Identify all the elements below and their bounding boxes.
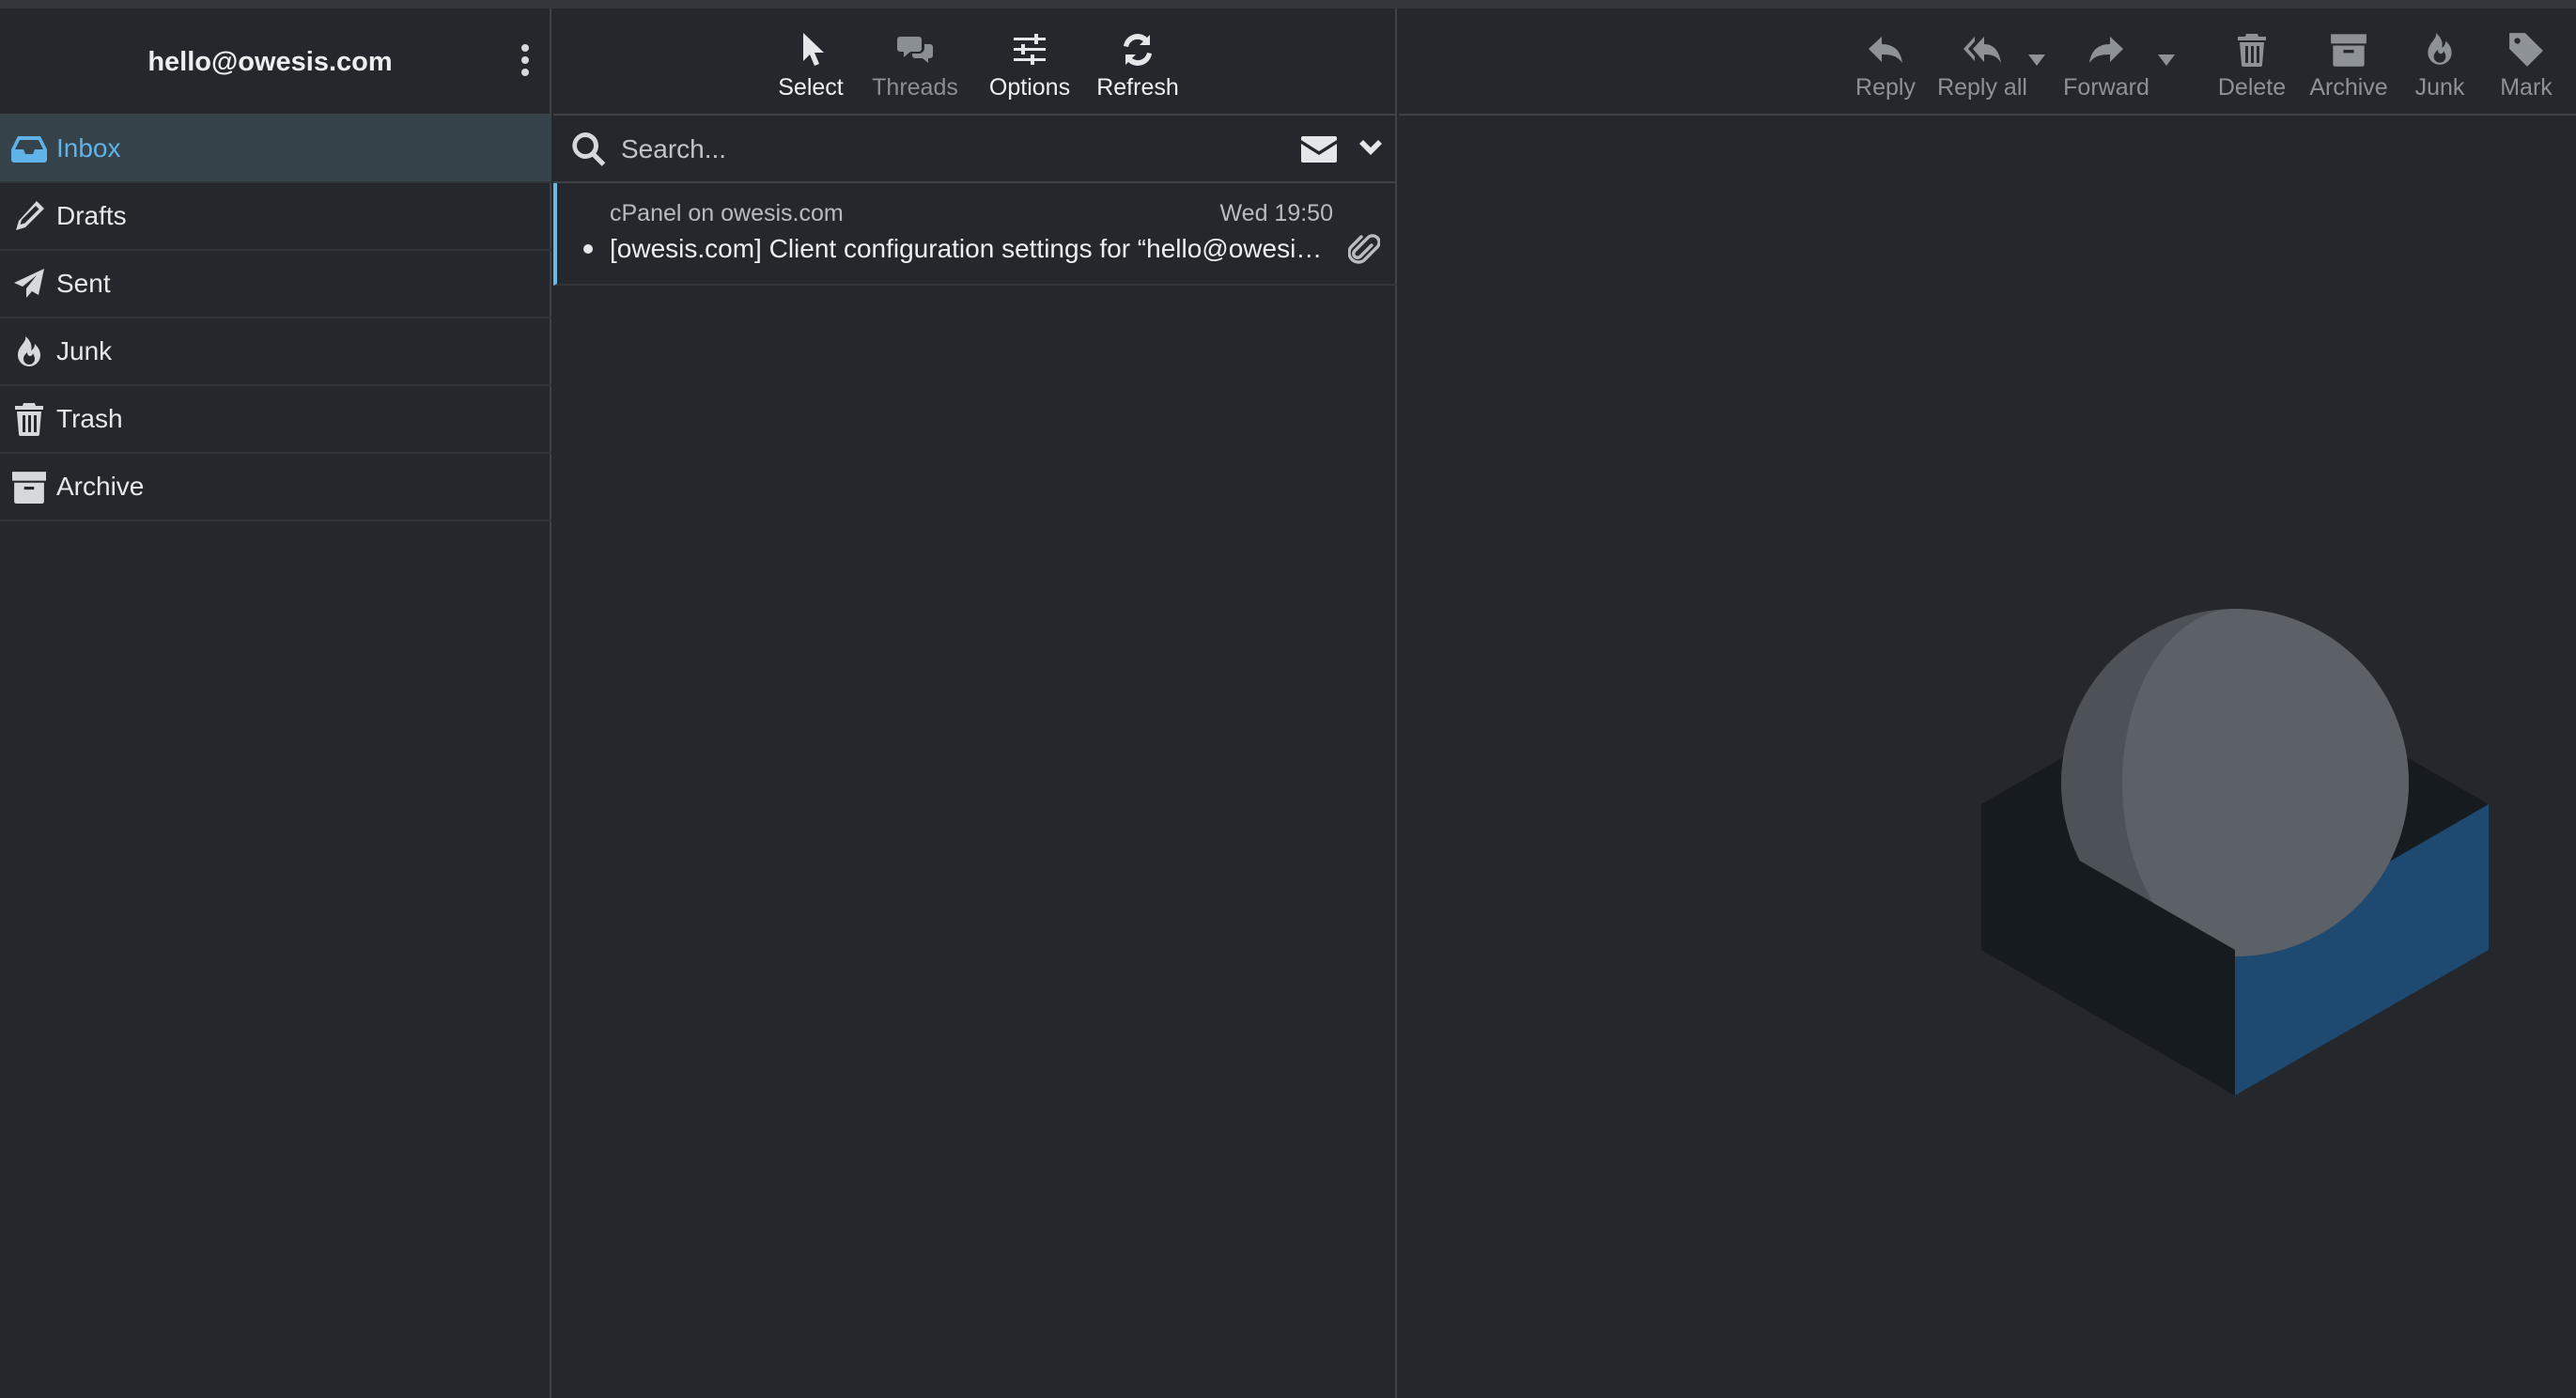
delete-label: Delete (2217, 74, 2287, 101)
chevron-down-icon[interactable] (1358, 138, 1384, 161)
forward-button[interactable]: Forward (2055, 22, 2158, 106)
message-list: cPanel on owesis.com Wed 19:50 [owesis.c… (553, 183, 1397, 286)
forward-icon (2089, 37, 2123, 63)
folder-label: Inbox (56, 133, 121, 163)
archive-label: Archive (2309, 74, 2388, 101)
folder-inbox[interactable]: Inbox (0, 116, 551, 183)
archive-box-icon (2331, 34, 2367, 67)
paper-plane-icon (6, 265, 53, 303)
message-row[interactable]: cPanel on owesis.com Wed 19:50 [owesis.c… (553, 183, 1397, 286)
folder-sent[interactable]: Sent (0, 251, 551, 318)
paperclip-icon (1347, 232, 1381, 268)
options-button[interactable]: Options (978, 22, 1081, 106)
trash-icon (6, 400, 53, 438)
folder-label: Junk (56, 336, 113, 365)
threads-label: Threads (872, 74, 958, 101)
account-menu-icon[interactable] (516, 44, 535, 82)
forward-dropdown-icon[interactable] (2158, 54, 2175, 66)
refresh-label: Refresh (1096, 74, 1179, 101)
message-list-pane: Select Threads Options Refresh cPanel on… (553, 8, 1397, 1398)
pencil-icon (6, 197, 53, 235)
reply-button[interactable]: Reply (1848, 22, 1923, 106)
select-button[interactable]: Select (773, 22, 848, 106)
reply-icon (1869, 37, 1902, 63)
forward-label: Forward (2063, 74, 2149, 101)
folder-junk[interactable]: Junk (0, 318, 551, 386)
options-label: Options (988, 74, 1071, 101)
reply-all-icon (1963, 37, 2001, 63)
search-input[interactable] (621, 125, 1222, 174)
folder-label: Archive (56, 472, 145, 501)
mark-button[interactable]: Mark (2494, 22, 2558, 106)
reply-all-label: Reply all (1937, 74, 2027, 101)
search-bar (553, 116, 1397, 183)
account-header: hello@owesis.com (0, 8, 551, 116)
account-email: hello@owesis.com (147, 47, 393, 77)
reply-label: Reply (1855, 74, 1916, 101)
tag-icon (2509, 33, 2543, 67)
envelope-icon[interactable] (1301, 134, 1337, 164)
refresh-button[interactable]: Refresh (1087, 22, 1188, 106)
message-subject: [owesis.com] Client configuration settin… (610, 234, 1326, 263)
list-toolbar: Select Threads Options Refresh (553, 8, 1397, 116)
threads-button[interactable]: Threads (868, 22, 962, 106)
trash-icon (2238, 34, 2266, 67)
mark-label: Mark (2500, 74, 2553, 101)
message-date: Wed 19:50 (1219, 200, 1333, 226)
window-top-strip (0, 0, 2576, 8)
select-label: Select (778, 74, 844, 101)
message-sender: cPanel on owesis.com (610, 200, 844, 226)
roundcube-logo-watermark (1981, 609, 2489, 1095)
sliders-icon (1014, 34, 1046, 65)
folder-archive[interactable]: Archive (0, 454, 551, 521)
search-icon[interactable] (570, 131, 608, 168)
cursor-arrow-icon (803, 33, 824, 66)
refresh-icon (1124, 34, 1152, 66)
folder-label: Sent (56, 269, 111, 298)
inbox-icon (6, 130, 53, 167)
delete-button[interactable]: Delete (2214, 22, 2289, 106)
reply-all-button[interactable]: Reply all (1931, 22, 2034, 106)
unread-dot-icon[interactable] (583, 244, 593, 254)
folder-label: Drafts (56, 201, 127, 230)
message-preview-pane: Reply Reply all Forward Delete Archive J… (1399, 8, 2576, 1398)
reply-all-dropdown-icon[interactable] (2028, 54, 2045, 66)
fire-icon (2428, 33, 2452, 65)
junk-button[interactable]: Junk (2408, 22, 2472, 106)
folder-sidebar: hello@owesis.com Inbox Drafts Sent Junk … (0, 8, 551, 1398)
folder-label: Trash (56, 404, 123, 433)
archive-button[interactable]: Archive (2306, 22, 2391, 106)
folder-drafts[interactable]: Drafts (0, 183, 551, 251)
folder-list: Inbox Drafts Sent Junk Trash Archive (0, 116, 551, 521)
fire-icon (6, 333, 53, 370)
chat-bubbles-icon (897, 37, 933, 63)
message-toolbar: Reply Reply all Forward Delete Archive J… (1399, 8, 2576, 116)
archive-box-icon (6, 468, 53, 505)
junk-label: Junk (2414, 74, 2465, 101)
folder-trash[interactable]: Trash (0, 386, 551, 454)
